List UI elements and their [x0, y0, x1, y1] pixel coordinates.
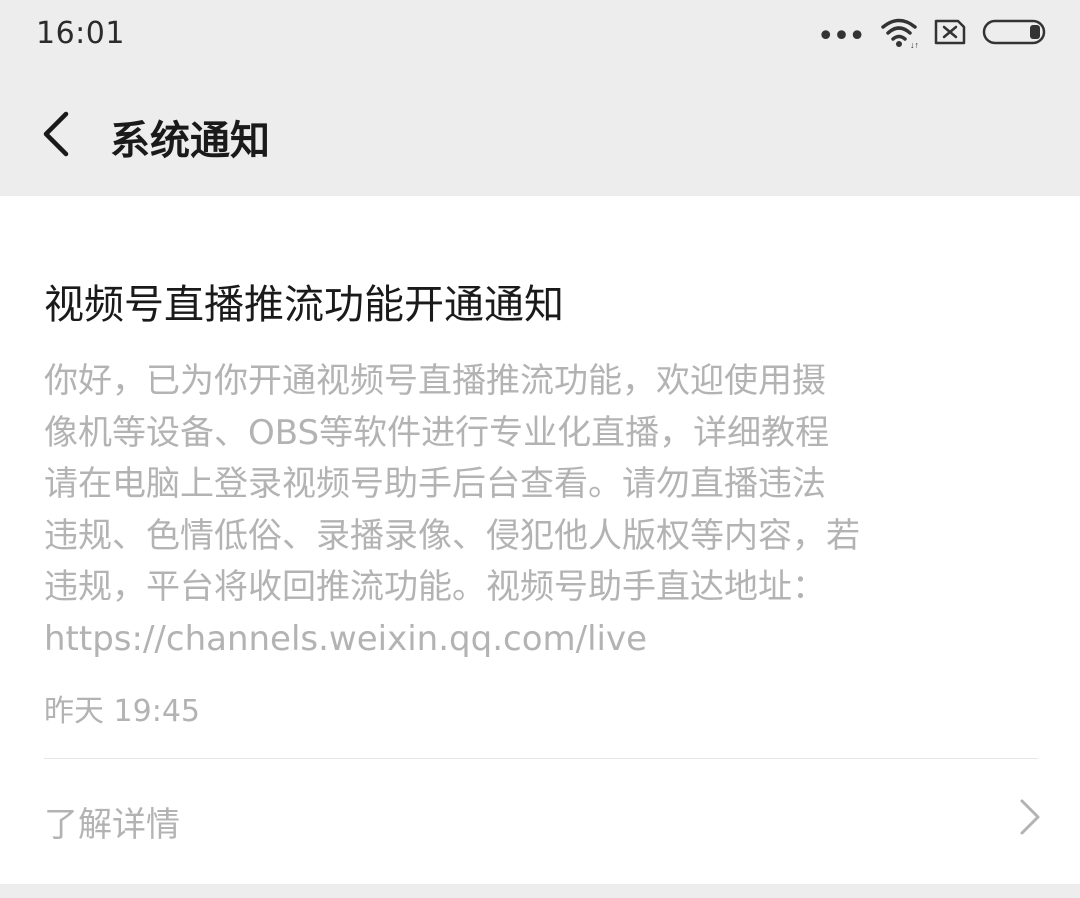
- back-button[interactable]: [30, 104, 80, 164]
- notification-body-line: 你好，已为你开通视频号直播推流功能，欢迎使用摄: [44, 361, 826, 401]
- svg-text:↓↑: ↓↑: [910, 40, 918, 48]
- notification-body: 你好，已为你开通视频号直播推流功能，欢迎使用摄 像机等设备、OBS等软件进行专业…: [44, 356, 924, 665]
- more-dots-icon: •••: [816, 19, 866, 54]
- notification-title: 视频号直播推流功能开通通知: [44, 282, 564, 328]
- view-details-row[interactable]: 了解详情: [0, 759, 1080, 884]
- notification-card: 视频号直播推流功能开通通知 你好，已为你开通视频号直播推流功能，欢迎使用摄 像机…: [0, 196, 1080, 884]
- notification-link[interactable]: https://channels.weixin.qq.com/live: [44, 614, 924, 666]
- sim-off-icon: [934, 18, 966, 50]
- battery-icon: [982, 18, 1050, 50]
- notification-body-line: 请在电脑上登录视频号助手后台查看。请勿直播违法: [44, 464, 826, 504]
- status-icons: ••• ↓↑: [817, 14, 1050, 54]
- page-title: 系统通知: [110, 118, 270, 164]
- wifi-icon: ↓↑: [880, 16, 919, 52]
- notification-body-line: 违规、色情低俗、录播录像、侵犯他人版权等内容，若: [44, 515, 860, 556]
- status-bar: 16:01 ••• ↓↑: [0, 0, 1080, 72]
- notification-body-line: 违规，平台将收回推流功能。视频号助手直达地址：: [44, 567, 826, 607]
- view-details-label: 了解详情: [44, 805, 180, 845]
- notification-timestamp: 昨天 19:45: [44, 694, 200, 729]
- status-time: 16:01: [36, 16, 125, 51]
- chevron-right-icon: [1020, 799, 1040, 835]
- bottom-background: [0, 884, 1080, 898]
- notification-body-line: 像机等设备、OBS等软件进行专业化直播，详细教程: [44, 412, 830, 453]
- navigation-bar: 系统通知: [0, 72, 1080, 196]
- back-chevron-icon: [43, 111, 69, 157]
